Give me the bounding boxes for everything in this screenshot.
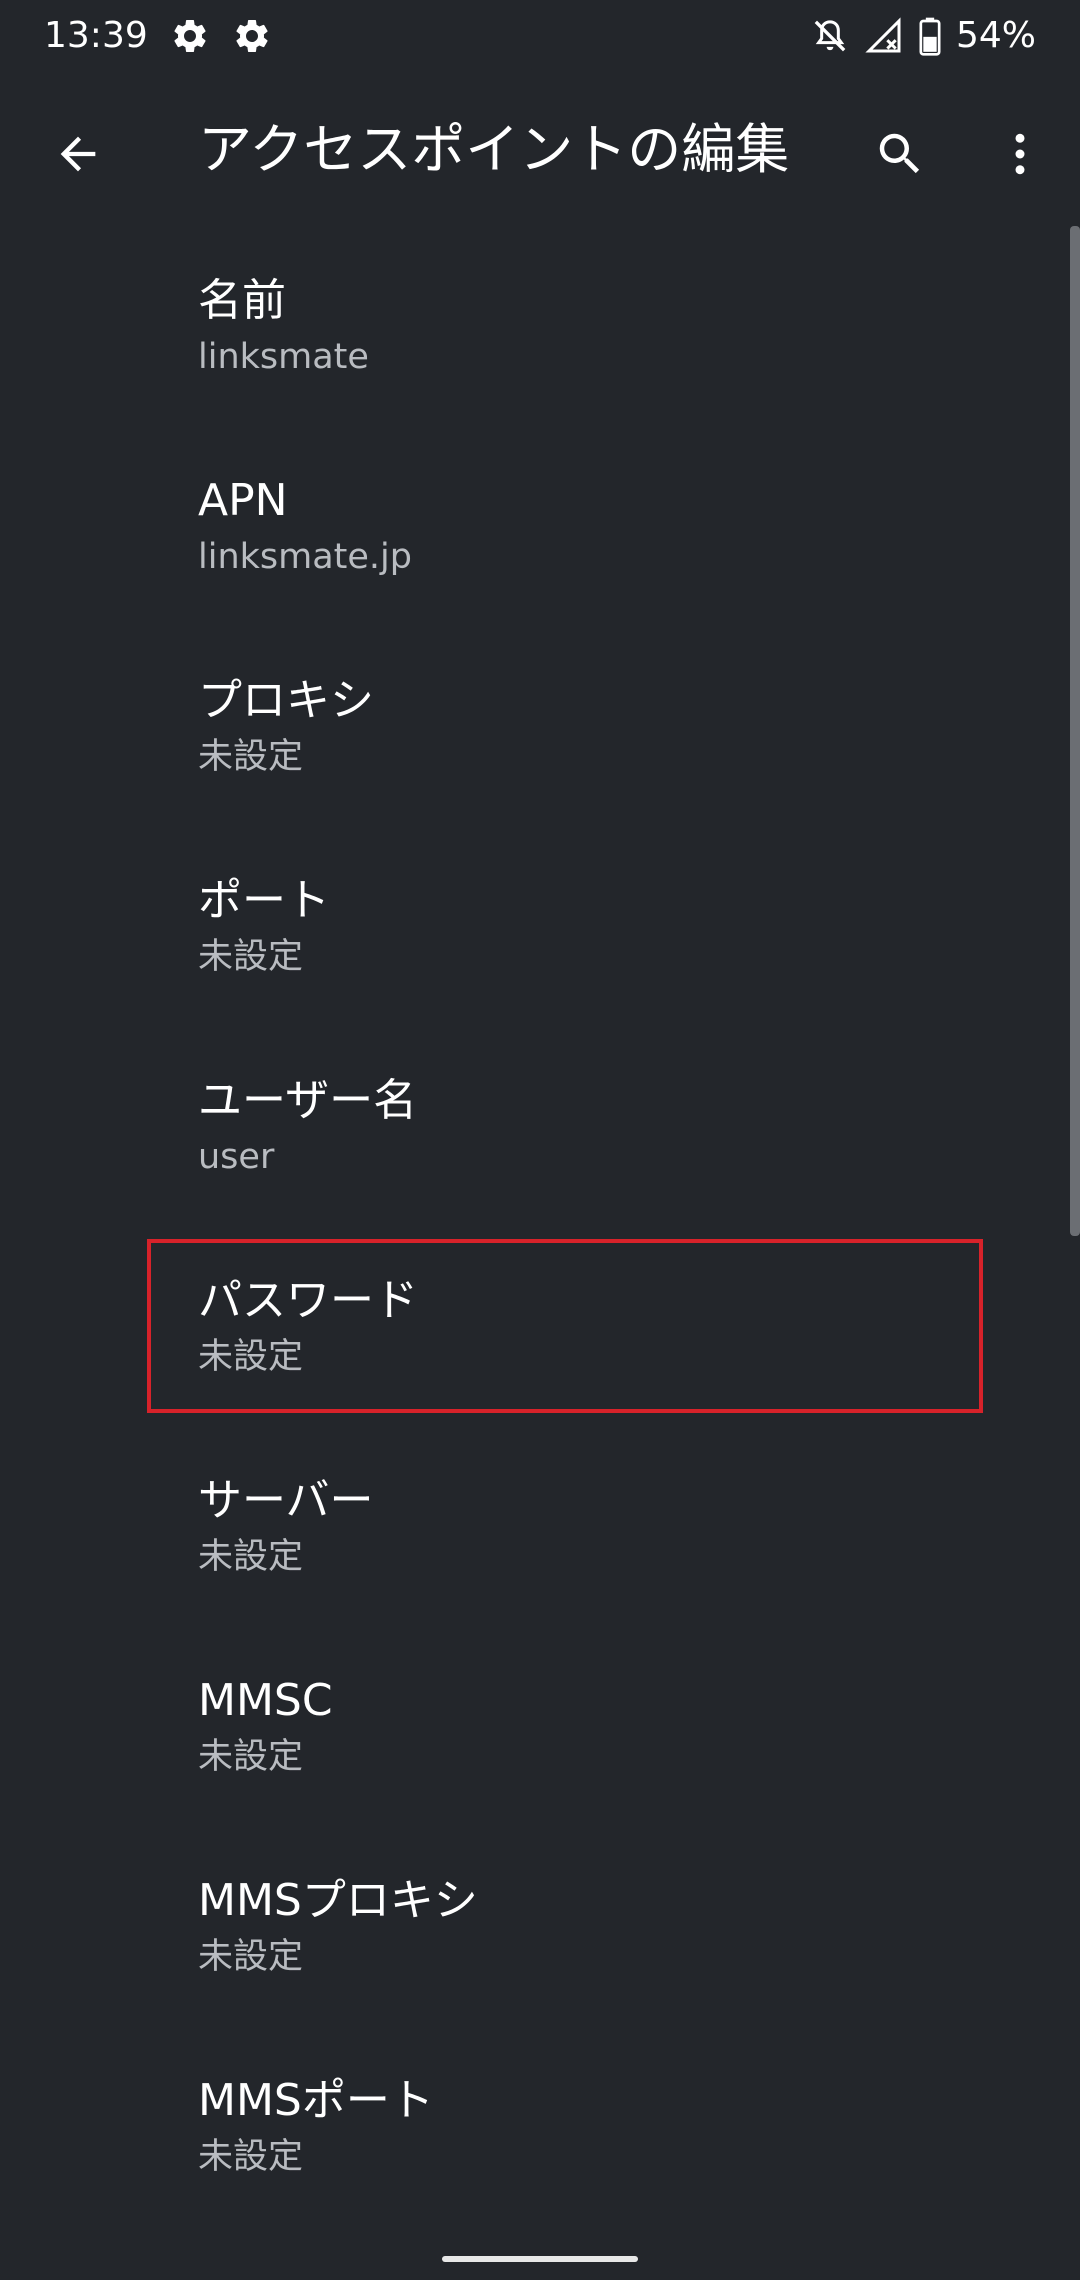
- more-options-button[interactable]: [982, 116, 1058, 192]
- battery-percentage: 54%: [955, 15, 1036, 56]
- pref-title: MMSC: [198, 1675, 333, 1726]
- pref-summary: 未設定: [198, 1937, 304, 1977]
- pref-title: ポート: [198, 875, 330, 926]
- pref-summary: linksmate.jp: [198, 537, 412, 577]
- battery-icon: [919, 17, 941, 56]
- pref-item-apn[interactable]: APN linksmate.jp: [0, 424, 1060, 624]
- pref-summary: linksmate: [198, 337, 369, 377]
- arrow-back-icon: [60, 136, 96, 172]
- more-vert-icon: [1015, 133, 1025, 175]
- page-title: アクセスポイントの編集: [198, 118, 790, 181]
- pref-summary: 未設定: [198, 1737, 304, 1777]
- pref-title: MMSプロキシ: [198, 1875, 478, 1926]
- pref-summary: 未設定: [198, 2137, 304, 2177]
- pref-title: プロキシ: [198, 675, 374, 726]
- pref-item-proxy[interactable]: プロキシ 未設定: [0, 624, 1060, 824]
- pref-title: サーバー: [198, 1475, 374, 1526]
- pref-item-mms-proxy[interactable]: MMSプロキシ 未設定: [0, 1824, 1060, 2024]
- pref-item-username[interactable]: ユーザー名 user: [0, 1024, 1060, 1224]
- scrollbar-thumb[interactable]: [1070, 226, 1080, 1236]
- app-bar: アクセスポイントの編集: [0, 72, 1080, 224]
- pref-summary: user: [198, 1137, 275, 1177]
- search-button[interactable]: [862, 116, 938, 192]
- pref-summary: 未設定: [198, 737, 304, 777]
- pref-item-mmsc[interactable]: MMSC 未設定: [0, 1624, 1060, 1824]
- status-right-group: 54%: [810, 12, 1036, 60]
- pref-item-mms-port[interactable]: MMSポート 未設定: [0, 2024, 1060, 2224]
- pref-item-name[interactable]: 名前 linksmate: [0, 224, 1060, 424]
- search-icon: [879, 133, 920, 174]
- pref-summary: 未設定: [198, 937, 304, 977]
- pref-summary: 未設定: [198, 1537, 304, 1577]
- password-highlight-annotation: [147, 1239, 983, 1413]
- back-button[interactable]: [40, 116, 116, 192]
- pref-title: APN: [198, 475, 288, 526]
- pref-title: 名前: [198, 275, 286, 326]
- settings-gear-icon: [236, 19, 268, 52]
- pref-title: MMSポート: [198, 2075, 434, 2126]
- pref-item-port[interactable]: ポート 未設定: [0, 824, 1060, 1024]
- settings-gear-icon: [174, 19, 206, 52]
- status-bar: 13:39 54%: [0, 0, 1080, 72]
- no-signal-icon: [865, 17, 901, 53]
- gesture-nav-handle[interactable]: [442, 2256, 638, 2262]
- pref-title: ユーザー名: [198, 1075, 418, 1126]
- pref-item-server[interactable]: サーバー 未設定: [0, 1424, 1060, 1624]
- status-time: 13:39: [44, 15, 148, 56]
- notifications-off-icon: [814, 20, 846, 52]
